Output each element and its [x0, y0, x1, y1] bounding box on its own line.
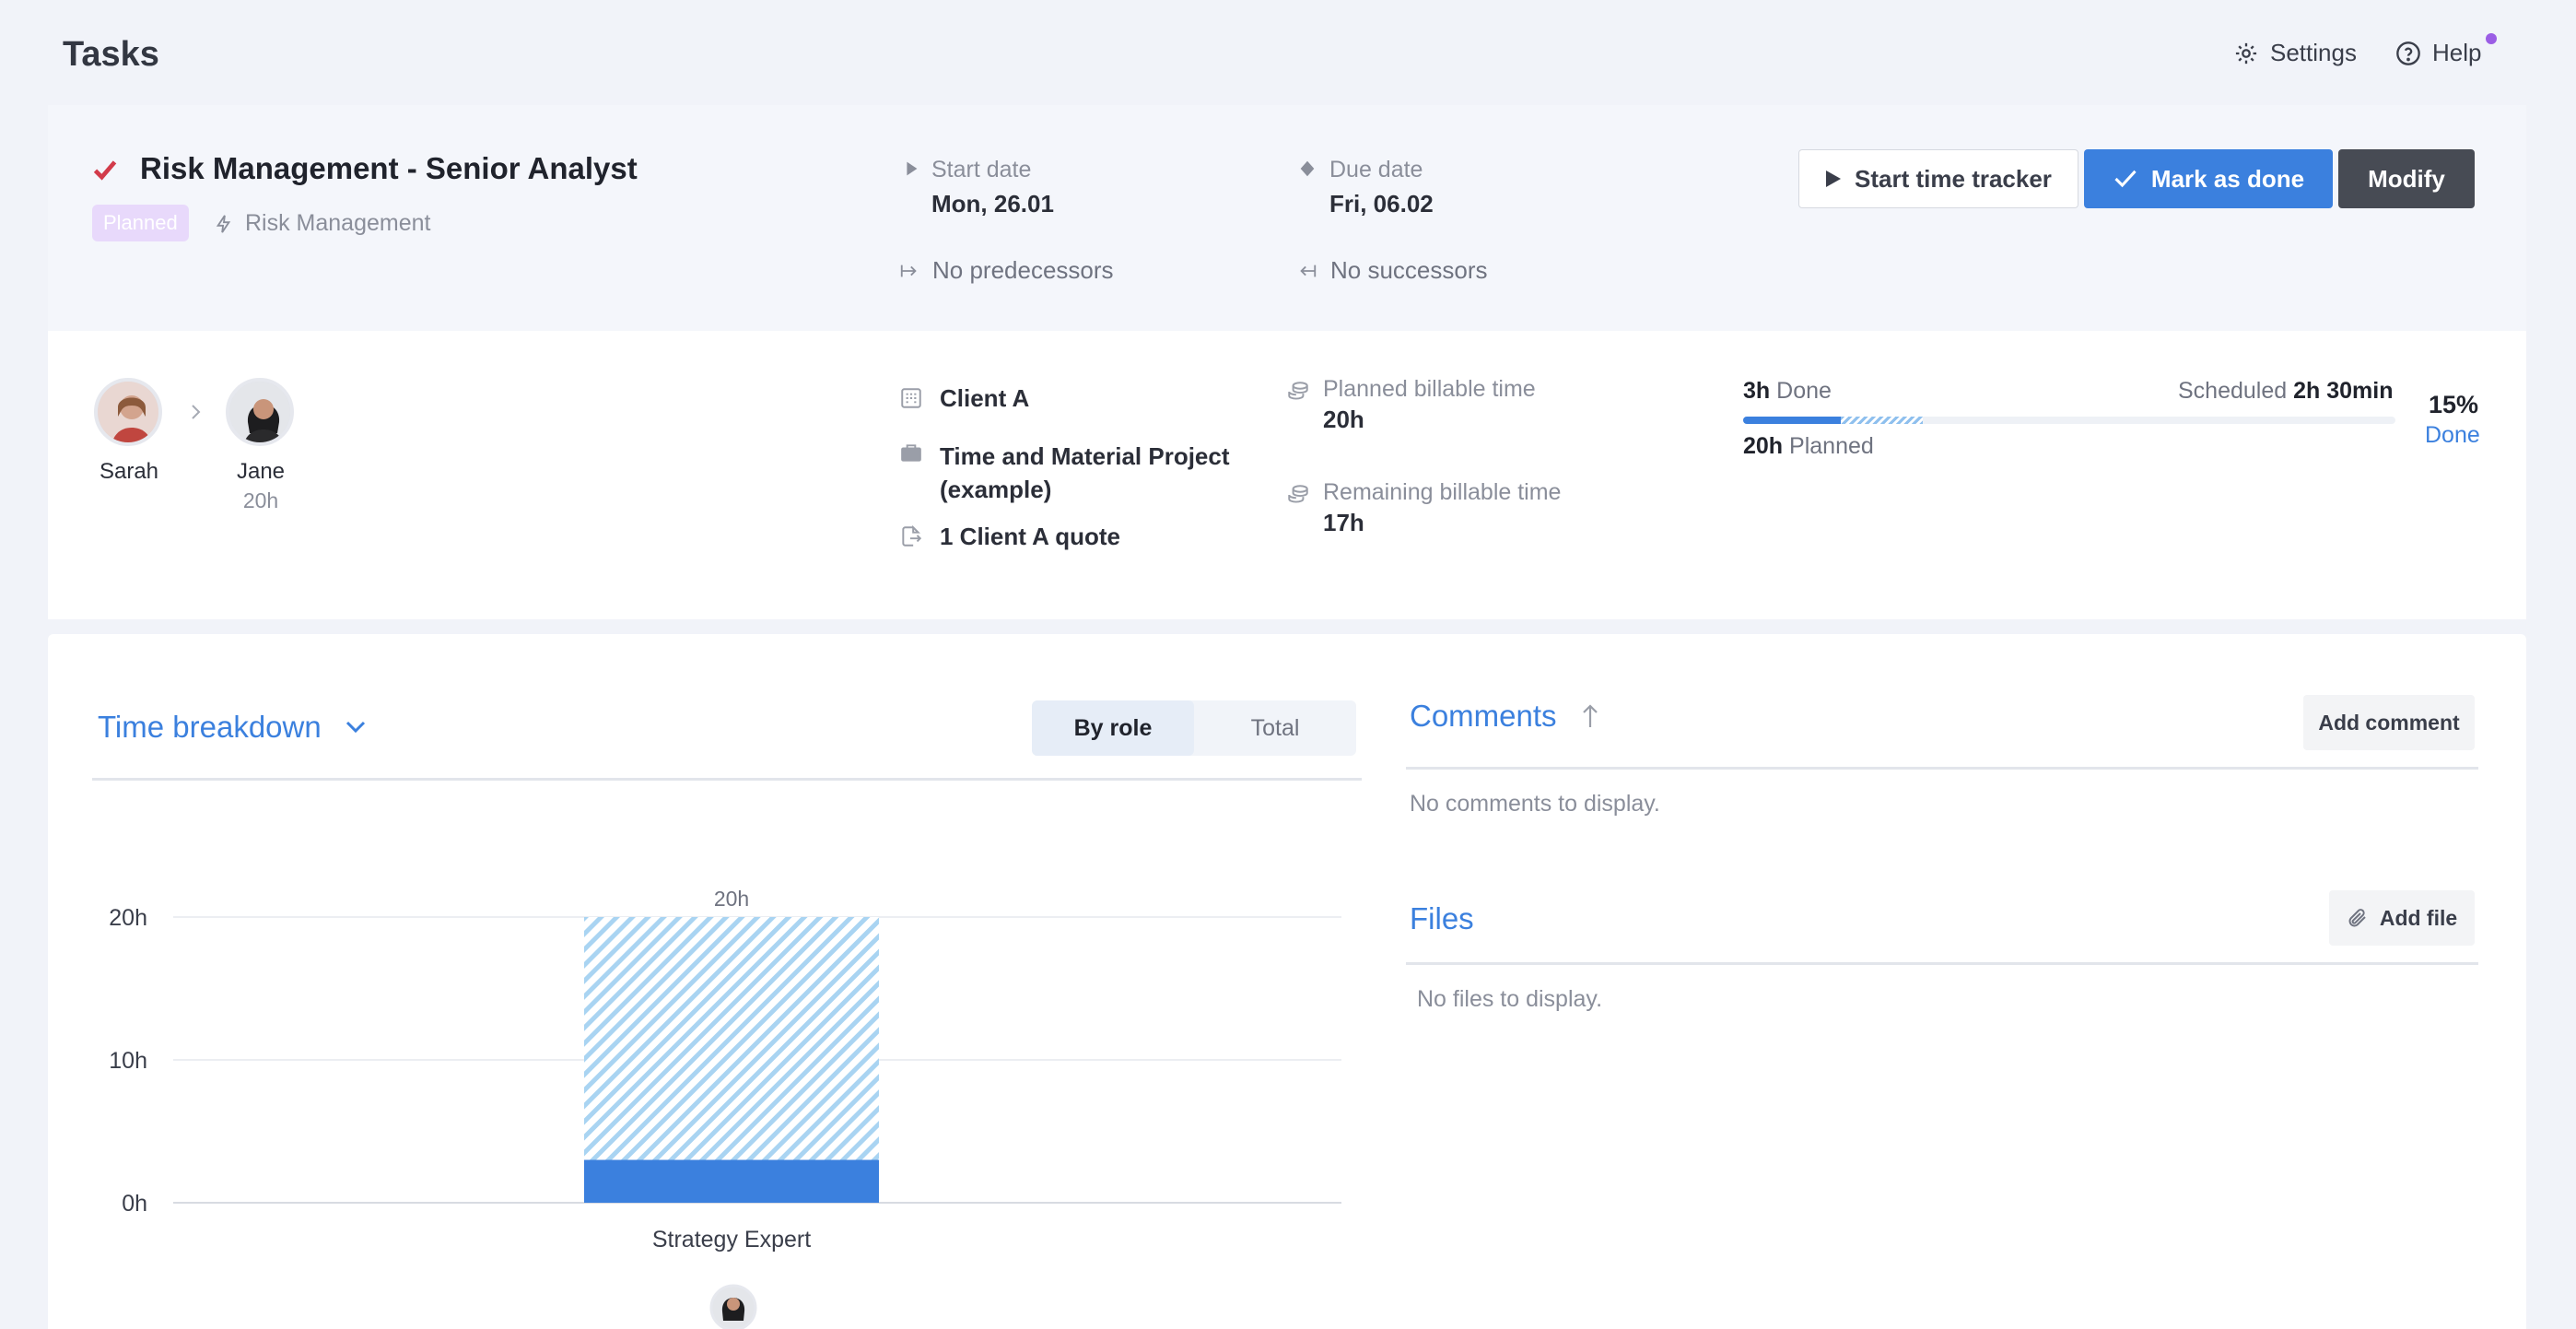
time-breakdown-chart: 0h 10h 20h 20h Strategy Expert: [109, 887, 1341, 1329]
add-comment-button[interactable]: Add comment: [2303, 695, 2475, 750]
person-hours-jane: 20h: [242, 488, 279, 512]
time-breakdown-title: Time breakdown: [98, 710, 322, 744]
comments-header: Comments: [1410, 699, 1599, 734]
progress-done-value: 3h: [1743, 378, 1771, 404]
status-badge: Planned: [92, 205, 189, 241]
progress-bar-done: [1743, 417, 1841, 424]
client-name: Client A: [940, 384, 1030, 412]
checkmark-icon: [93, 160, 117, 181]
due-date-label: Due date: [1329, 157, 1423, 182]
gear-icon: [2235, 42, 2257, 64]
progress-scheduled-label: Scheduled: [2178, 378, 2288, 404]
lightning-icon: [216, 214, 231, 233]
tab-total[interactable]: Total: [1194, 700, 1356, 756]
predecessors-text: No predecessors: [932, 256, 1114, 284]
check-icon: [2114, 170, 2137, 188]
mark-as-done-button[interactable]: Mark as done: [2084, 149, 2333, 208]
divider: [1406, 962, 2478, 965]
category-avatar-face: [727, 1298, 740, 1311]
files-empty: No files to display.: [1417, 986, 1603, 1012]
progress-percent: 15%: [2429, 391, 2479, 418]
planned-billable-label: Planned billable time: [1323, 376, 1536, 402]
project-link[interactable]: Time and Material Project (example): [899, 440, 1230, 506]
diamond-icon: [1300, 160, 1315, 177]
project-tag[interactable]: Risk Management: [214, 210, 430, 237]
progress-planned: 20h Planned: [1743, 433, 1874, 460]
person-name-jane: Jane: [236, 459, 286, 484]
chevron-right-icon: [192, 405, 201, 419]
predecessors: No predecessors: [899, 256, 1114, 285]
start-time-tracker-button[interactable]: Start time tracker: [1798, 149, 2078, 208]
tab-by-role[interactable]: By role: [1032, 700, 1194, 756]
help-link[interactable]: Help: [2395, 39, 2481, 67]
bar-done: [584, 1159, 879, 1203]
remaining-billable-value: 17h: [1323, 509, 1364, 536]
progress-bar: [1743, 417, 2395, 424]
help-label: Help: [2432, 39, 2482, 66]
notification-dot: [2486, 33, 2497, 44]
add-file-label: Add file: [2379, 905, 2458, 930]
progress-bar-scheduled: [1841, 417, 1923, 424]
y-tick-label: 20h: [109, 905, 147, 931]
page-title: Tasks: [63, 35, 159, 74]
progress-done-label: Done: [1776, 378, 1832, 404]
quote-text: 1 Client A quote: [940, 523, 1120, 550]
play-icon: [1826, 171, 1842, 187]
person-name-sarah: Sarah: [99, 459, 159, 484]
project-name-line2: (example): [940, 476, 1052, 503]
data-label: 20h: [714, 887, 749, 911]
task-details-panel: [48, 331, 2526, 619]
x-tick-label: Strategy Expert: [652, 1227, 811, 1253]
add-file-button[interactable]: Add file: [2329, 890, 2475, 946]
progress-scheduled-value: 2h 30min: [2293, 378, 2394, 404]
breakdown-toggle: By role Total: [1032, 700, 1356, 756]
files-title: Files: [1410, 901, 1474, 935]
avatar-jane[interactable]: [226, 378, 294, 446]
divider: [92, 778, 1362, 781]
coins-icon: [1288, 485, 1308, 503]
comments-empty: No comments to display.: [1410, 791, 1660, 817]
start-date-value: Mon, 26.01: [931, 190, 1054, 218]
task-title: Risk Management - Senior Analyst: [140, 151, 638, 185]
chevron-down-icon: [345, 721, 365, 734]
time-breakdown-dropdown[interactable]: Time breakdown: [98, 710, 366, 745]
paperclip-icon: [2348, 909, 2366, 927]
progress-planned-label: Planned: [1789, 433, 1874, 459]
successors: No successors: [1297, 256, 1488, 285]
y-tick-label: 0h: [122, 1191, 147, 1217]
client-link[interactable]: Client A: [899, 384, 1029, 413]
settings-label: Settings: [2270, 39, 2357, 66]
briefcase-icon: [901, 444, 921, 462]
settings-link[interactable]: Settings: [2233, 39, 2357, 67]
progress-scheduled: Scheduled 2h 30min: [2178, 378, 2393, 405]
successors-text: No successors: [1330, 256, 1488, 284]
planned-billable-value: 20h: [1323, 406, 1364, 433]
building-icon: [901, 388, 921, 408]
done-label: Mark as done: [2150, 164, 2305, 193]
coins-icon: [1288, 382, 1308, 400]
quote-document-icon: [902, 524, 922, 547]
divider: [1406, 767, 2478, 770]
comments-title: Comments: [1410, 699, 1557, 733]
tracker-label: Start time tracker: [1855, 164, 2052, 193]
project-tag-label: Risk Management: [245, 210, 431, 236]
remaining-billable-label: Remaining billable time: [1323, 479, 1562, 505]
start-date-label: Start date: [931, 157, 1032, 182]
avatar-sarah[interactable]: [94, 378, 162, 446]
help-icon: [2396, 41, 2420, 65]
arrow-up-icon[interactable]: [1581, 703, 1599, 729]
play-small-icon: [907, 161, 918, 176]
quote-link[interactable]: 1 Client A quote: [899, 523, 1120, 551]
project-name-line1: Time and Material Project: [940, 442, 1230, 470]
y-tick-label: 10h: [109, 1048, 147, 1074]
progress-planned-value: 20h: [1743, 433, 1784, 459]
progress-percent-label: Done: [2425, 422, 2480, 448]
arrow-out-icon: [1300, 265, 1317, 276]
due-date-value: Fri, 06.02: [1329, 190, 1434, 218]
modify-button[interactable]: Modify: [2338, 149, 2475, 208]
progress-done: 3h Done: [1743, 378, 1832, 405]
arrow-in-icon: [900, 265, 917, 276]
